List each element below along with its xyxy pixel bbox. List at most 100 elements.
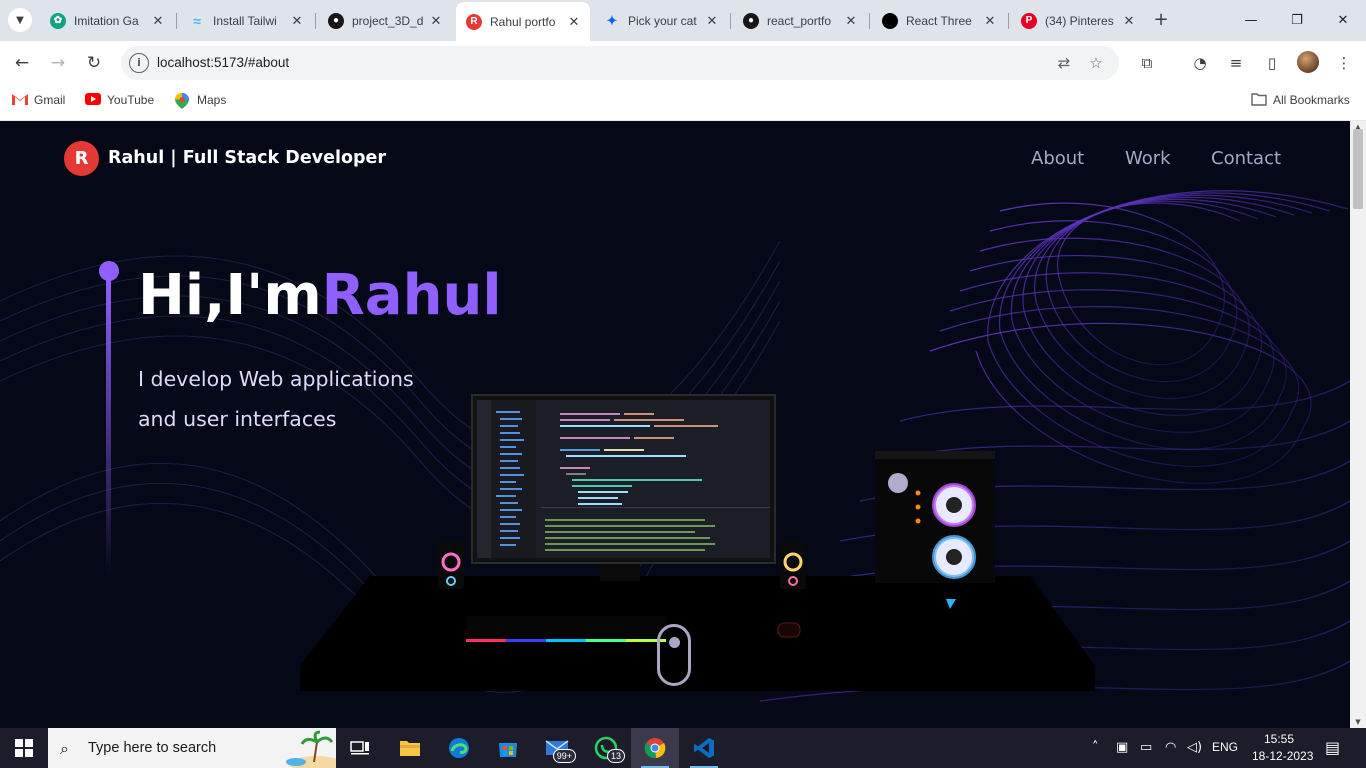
windows-taskbar: ⌕ Type here to search 99+ 13 ˄ ▣ ▭ ◠ ◁) … xyxy=(0,728,1366,768)
clock-time[interactable]: 15:55 xyxy=(1264,732,1294,746)
start-button[interactable] xyxy=(0,728,48,768)
bookmark-label: Gmail xyxy=(34,93,66,107)
tray-battery-icon[interactable]: ▭ xyxy=(1140,740,1152,755)
browser-toolbar: ← → ↻ i localhost:5173/#about ⇄ ☆ ⧉ ◔ ≡ … xyxy=(0,41,1366,85)
close-icon[interactable]: ✕ xyxy=(566,14,582,30)
tab-2[interactable]: ≈ Install Tailwi ✕ xyxy=(179,6,313,35)
chrome-button[interactable] xyxy=(631,728,679,768)
close-icon[interactable]: ✕ xyxy=(289,13,305,29)
site-logo-icon: R xyxy=(466,13,482,30)
pc-fan-1-hub xyxy=(946,497,962,513)
all-bookmarks-label: All Bookmarks xyxy=(1273,93,1350,107)
mail-badge: 99+ xyxy=(552,749,576,763)
close-icon[interactable]: ✕ xyxy=(704,13,720,29)
extensions-icon[interactable]: ⧉ xyxy=(1136,52,1158,74)
pinterest-icon: P xyxy=(1021,12,1037,29)
r3f-icon xyxy=(882,12,898,29)
maps-icon xyxy=(175,93,191,109)
mail-button[interactable]: 99+ xyxy=(533,728,581,768)
performance-icon[interactable]: ◔ xyxy=(1189,52,1211,74)
github-icon: ● xyxy=(328,12,344,29)
notification-icon[interactable]: ▤ xyxy=(1325,738,1340,757)
tray-device-icon[interactable]: ▣ xyxy=(1116,740,1128,755)
store-button[interactable] xyxy=(484,728,532,768)
taskbar-search-box[interactable]: ⌕ Type here to search xyxy=(48,728,336,768)
bookmark-maps[interactable]: Maps xyxy=(175,93,227,109)
back-button[interactable]: ← xyxy=(7,48,37,78)
mouse xyxy=(777,622,801,638)
profile-avatar[interactable] xyxy=(1297,51,1319,73)
tab-5[interactable]: ✦ Pick your cat ✕ xyxy=(594,6,728,35)
tab-title: Rahul portfo xyxy=(490,14,556,29)
site-info-icon[interactable]: i xyxy=(129,53,149,73)
bookmark-gmail[interactable]: Gmail xyxy=(12,93,65,107)
new-tab-button[interactable]: + xyxy=(1151,10,1171,30)
portfolio-page: R Rahul | Full Stack Developer About Wor… xyxy=(0,121,1350,728)
tab-title: react_portfo xyxy=(767,13,832,28)
whatsapp-button[interactable]: 13 xyxy=(582,728,630,768)
chrome-icon xyxy=(644,738,666,759)
bookmark-label: Maps xyxy=(197,93,227,107)
tray-overflow-icon[interactable]: ˄ xyxy=(1092,740,1099,755)
restore-button[interactable]: ❐ xyxy=(1274,0,1320,41)
whatsapp-badge: 13 xyxy=(606,749,625,763)
media-control-icon[interactable]: ≡ xyxy=(1225,52,1247,74)
tab-7[interactable]: React Three ✕ xyxy=(872,6,1006,35)
language-indicator[interactable]: ENG xyxy=(1212,740,1238,754)
dropbox-icon: ✦ xyxy=(606,12,618,28)
tab-separator xyxy=(315,13,316,29)
volume-icon[interactable]: ◁) xyxy=(1187,740,1202,755)
windows-logo-icon xyxy=(15,739,33,757)
close-window-button[interactable]: ✕ xyxy=(1320,0,1366,41)
scrollbar-thumb[interactable] xyxy=(1353,129,1363,209)
pc-led xyxy=(915,504,921,510)
scroll-indicator-dot xyxy=(669,637,680,648)
terminal-divider xyxy=(541,507,770,508)
vscode-button[interactable] xyxy=(680,728,728,768)
youtube-icon xyxy=(85,93,101,107)
tab-4-active[interactable]: R Rahul portfo ✕ xyxy=(456,2,590,41)
search-highlight-image xyxy=(286,730,336,768)
store-icon xyxy=(499,743,517,757)
scroll-down-arrow[interactable]: ▼ xyxy=(1354,718,1362,726)
bookmark-star-icon[interactable]: ☆ xyxy=(1085,52,1107,74)
forward-button[interactable]: → xyxy=(43,48,73,78)
side-panel-icon[interactable]: ▯ xyxy=(1261,52,1283,74)
page-scrollbar[interactable]: ▲ ▼ xyxy=(1350,121,1366,728)
keyboard-rgb-green xyxy=(586,639,626,642)
pc-fan-2-hub xyxy=(946,549,962,565)
tab-6[interactable]: ● react_portfo ✕ xyxy=(733,6,867,35)
bookmarks-bar: Gmail YouTube Maps All Bookmarks xyxy=(0,85,1366,121)
reload-button[interactable]: ↻ xyxy=(79,48,109,78)
scroll-down-indicator[interactable] xyxy=(657,624,691,686)
translate-icon[interactable]: ⇄ xyxy=(1053,52,1075,74)
address-bar[interactable]: i localhost:5173/#about ⇄ ☆ xyxy=(121,46,1119,80)
left-speaker xyxy=(438,541,464,589)
tab-search-button[interactable]: ▼ xyxy=(8,8,32,32)
close-icon[interactable]: ✕ xyxy=(150,13,166,29)
minimize-button[interactable]: — xyxy=(1228,0,1274,41)
menu-icon[interactable]: ⋮ xyxy=(1333,52,1355,74)
edge-button[interactable] xyxy=(435,728,483,768)
pc-led xyxy=(915,490,921,496)
close-icon[interactable]: ✕ xyxy=(1121,13,1137,29)
file-explorer-button[interactable] xyxy=(386,728,434,768)
tab-1[interactable]: ✿ Imitation Ga ✕ xyxy=(40,6,174,35)
edge-icon xyxy=(449,738,469,758)
folder-icon xyxy=(400,741,420,756)
tab-3[interactable]: ● project_3D_d ✕ xyxy=(318,6,452,35)
all-bookmarks[interactable]: All Bookmarks xyxy=(1251,93,1350,107)
clock-date[interactable]: 18-12-2023 xyxy=(1252,749,1313,763)
close-icon[interactable]: ✕ xyxy=(428,13,444,29)
desk-shape xyxy=(300,576,1095,691)
close-icon[interactable]: ✕ xyxy=(843,13,859,29)
url-text[interactable]: localhost:5173/#about xyxy=(157,55,289,70)
close-icon[interactable]: ✕ xyxy=(982,13,998,29)
bookmark-youtube[interactable]: YouTube xyxy=(85,93,154,107)
bookmark-label: YouTube xyxy=(107,93,155,107)
editor-sidebar xyxy=(491,400,536,558)
tab-separator xyxy=(176,13,177,29)
wifi-icon[interactable]: ◠ xyxy=(1165,740,1176,755)
tab-8[interactable]: P (34) Pinteres ✕ xyxy=(1011,6,1145,35)
task-view-button[interactable] xyxy=(336,728,384,768)
